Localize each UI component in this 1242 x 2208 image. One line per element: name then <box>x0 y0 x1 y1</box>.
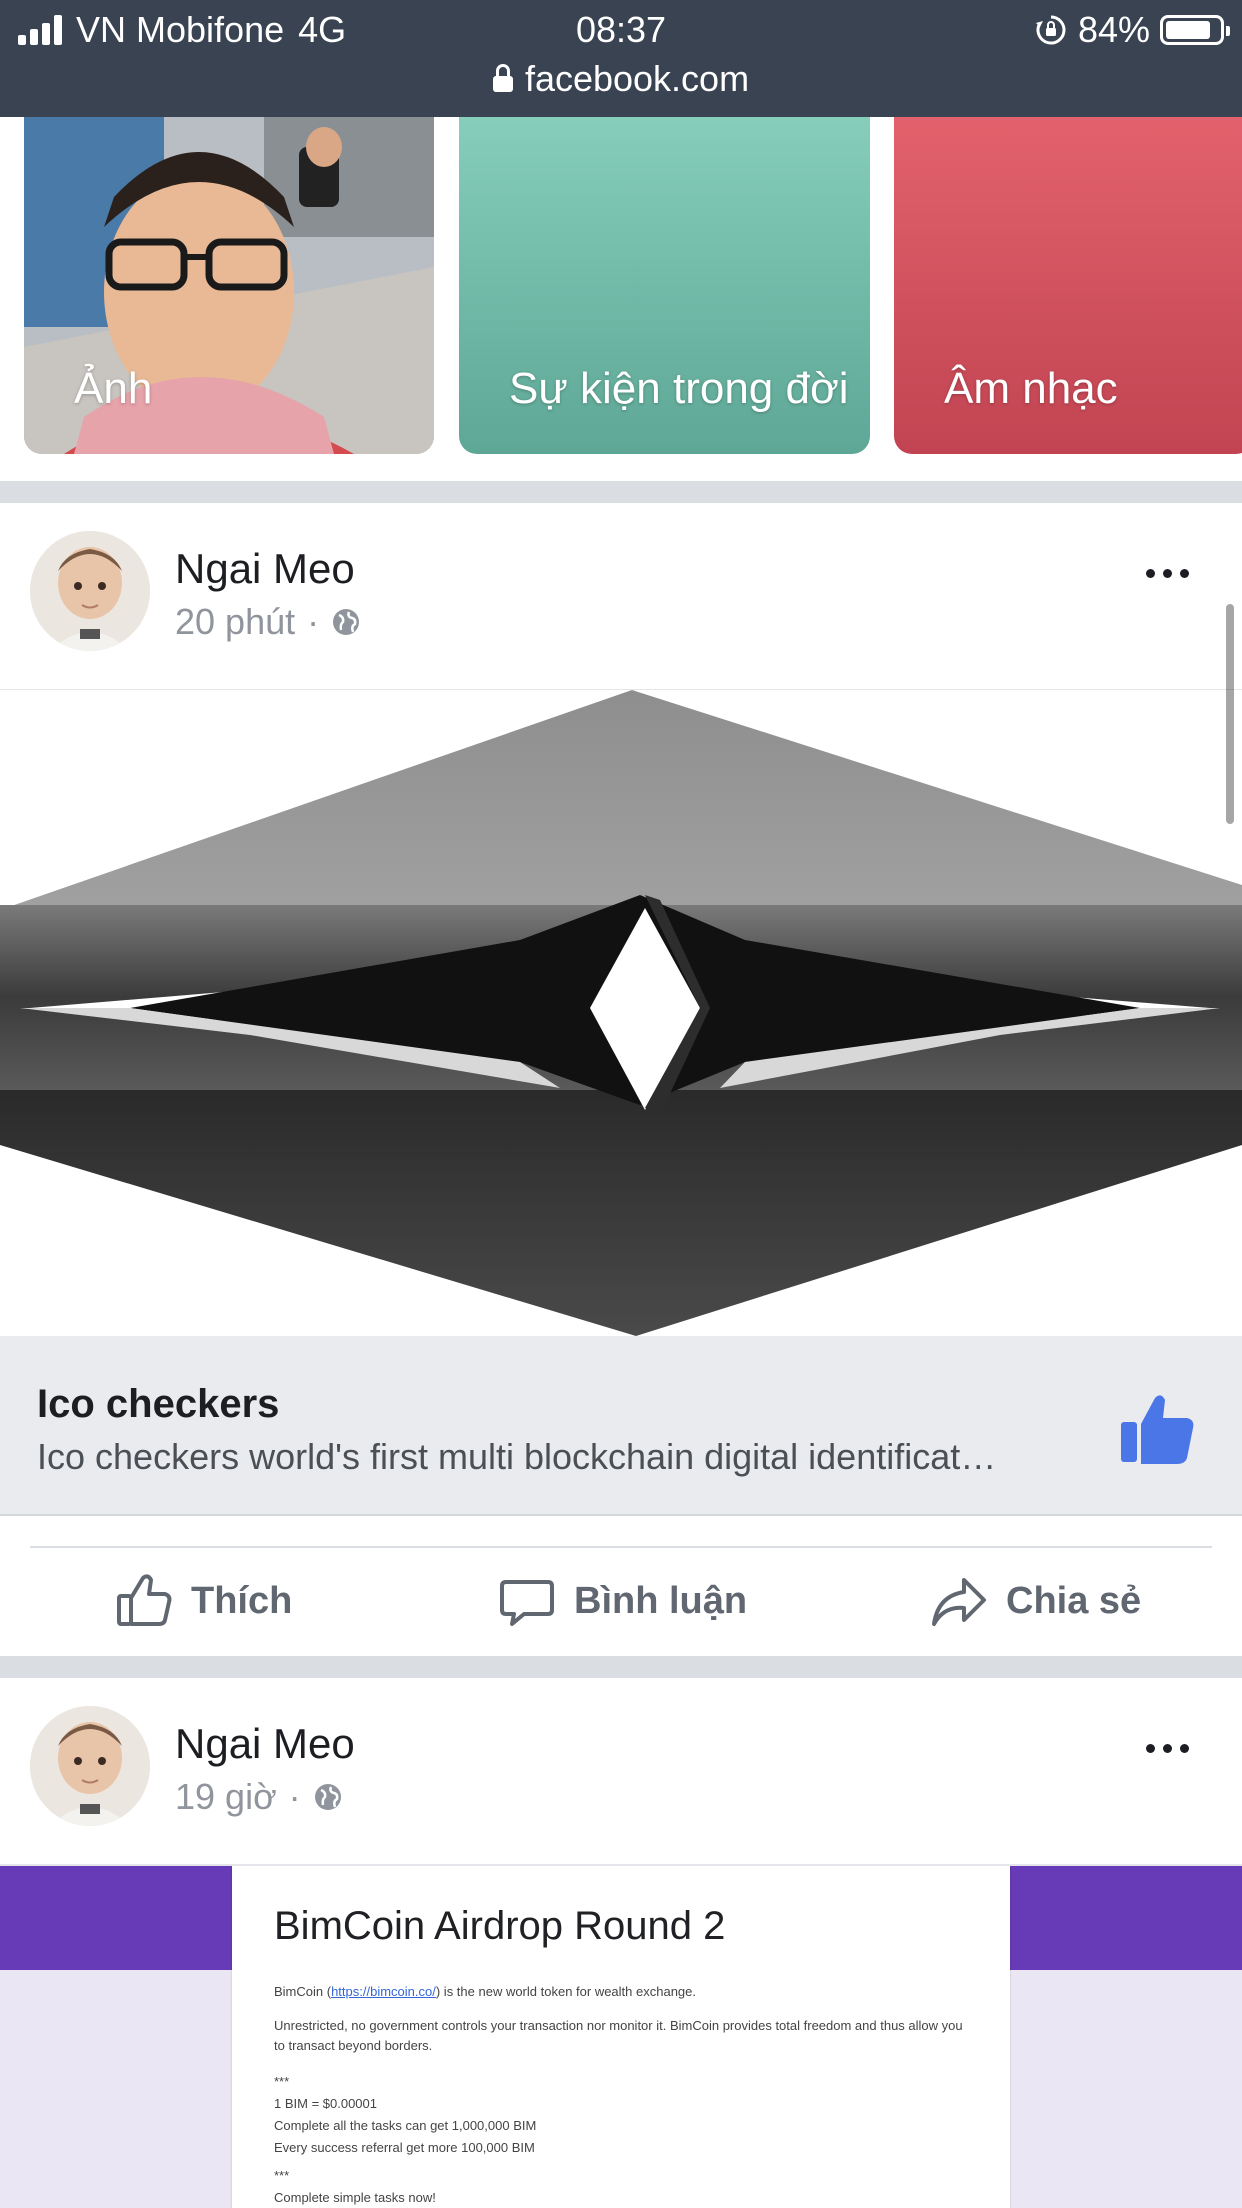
highlight-label: Ảnh <box>74 364 153 413</box>
form-paragraph: Unrestricted, no government controls you… <box>274 2018 963 2053</box>
post-time[interactable]: 20 phút <box>175 601 295 643</box>
globe-icon <box>333 609 360 635</box>
author-name[interactable]: Ngai Meo <box>175 545 355 593</box>
meta-separator: · <box>307 601 320 642</box>
form-tasks: Complete all the tasks can get 1,000,000… <box>274 2118 537 2133</box>
like-button[interactable]: Thích <box>115 1546 292 1656</box>
comment-icon <box>500 1580 554 1626</box>
highlight-card-life-events[interactable]: Sự kiện trong đời <box>459 117 870 454</box>
share-label: Chia sẻ <box>1006 1579 1142 1622</box>
form-stars: *** <box>274 2168 290 2183</box>
thumbs-up-icon <box>117 1574 172 1626</box>
lock-icon <box>492 64 513 92</box>
ico-checkers-logo <box>0 690 1242 1336</box>
form-cta: Complete simple tasks now! <box>274 2190 436 2205</box>
post-meta: 19 giờ · <box>175 1776 343 1818</box>
form-rate: 1 BIM = $0.00001 <box>274 2096 377 2111</box>
baby-avatar-image <box>30 531 150 651</box>
globe-icon <box>314 1784 341 1810</box>
meta-separator: · <box>288 1776 301 1817</box>
form-card: BimCoin Airdrop Round 2 BimCoin (https:/… <box>232 1866 1010 2208</box>
post-actions: Thích Bình luận Chia sẻ <box>0 1546 1242 1656</box>
post-meta: 20 phút · <box>175 601 361 643</box>
highlights-strip: Ảnh Sự kiện trong đời Âm nhạc <box>0 117 1242 481</box>
link-title: Ico checkers <box>37 1382 280 1426</box>
status-right: 84% <box>1034 8 1230 52</box>
scrollbar[interactable] <box>1226 604 1234 824</box>
battery-percent: 84% <box>1077 9 1150 50</box>
highlight-card-photos[interactable]: Ảnh <box>24 117 434 454</box>
comment-button[interactable]: Bình luận <box>498 1546 747 1656</box>
link-preview-image[interactable] <box>0 690 1242 1336</box>
like-page-icon[interactable] <box>1117 1388 1197 1468</box>
status-bar: VN Mobifone 4G 08:37 84% facebook.com <box>0 0 1242 117</box>
highlight-label: Âm nhạc <box>944 364 1118 413</box>
more-options-button[interactable] <box>1132 558 1202 588</box>
avatar[interactable] <box>30 1706 150 1826</box>
author-name[interactable]: Ngai Meo <box>175 1720 355 1768</box>
post-image-form[interactable]: BimCoin Airdrop Round 2 BimCoin (https:/… <box>0 1866 1242 2208</box>
section-separator <box>0 481 1242 503</box>
form-title: BimCoin Airdrop Round 2 <box>274 1904 726 1948</box>
form-intro: BimCoin (https://bimcoin.co/) is the new… <box>274 1984 696 1999</box>
share-icon <box>932 1578 986 1626</box>
comment-label: Bình luận <box>574 1579 748 1622</box>
form-referral: Every success referral get more 100,000 … <box>274 2140 535 2155</box>
post-separator <box>0 1656 1242 1678</box>
battery-icon <box>1160 15 1230 45</box>
post-header: Ngai Meo 19 giờ · <box>0 1678 1242 1858</box>
highlight-label: Sự kiện trong đời <box>509 364 849 413</box>
url-text: facebook.com <box>524 58 750 99</box>
avatar[interactable] <box>30 531 150 651</box>
baby-avatar-image <box>30 1706 150 1826</box>
post-header: Ngai Meo 20 phút · <box>0 503 1242 683</box>
link-preview-caption[interactable]: Ico checkers Ico checkers world's first … <box>0 1336 1242 1516</box>
share-button[interactable]: Chia sẻ <box>930 1546 1141 1656</box>
link-description: Ico checkers world's first multi blockch… <box>37 1436 997 1477</box>
form-stars: *** <box>274 2074 290 2089</box>
more-options-button[interactable] <box>1132 1733 1202 1763</box>
highlight-card-music[interactable]: Âm nhạc <box>894 117 1242 454</box>
post-time[interactable]: 19 giờ <box>175 1776 277 1818</box>
like-label: Thích <box>191 1579 293 1622</box>
address-bar[interactable]: facebook.com <box>0 56 1242 102</box>
rotation-lock-icon <box>1035 15 1066 45</box>
